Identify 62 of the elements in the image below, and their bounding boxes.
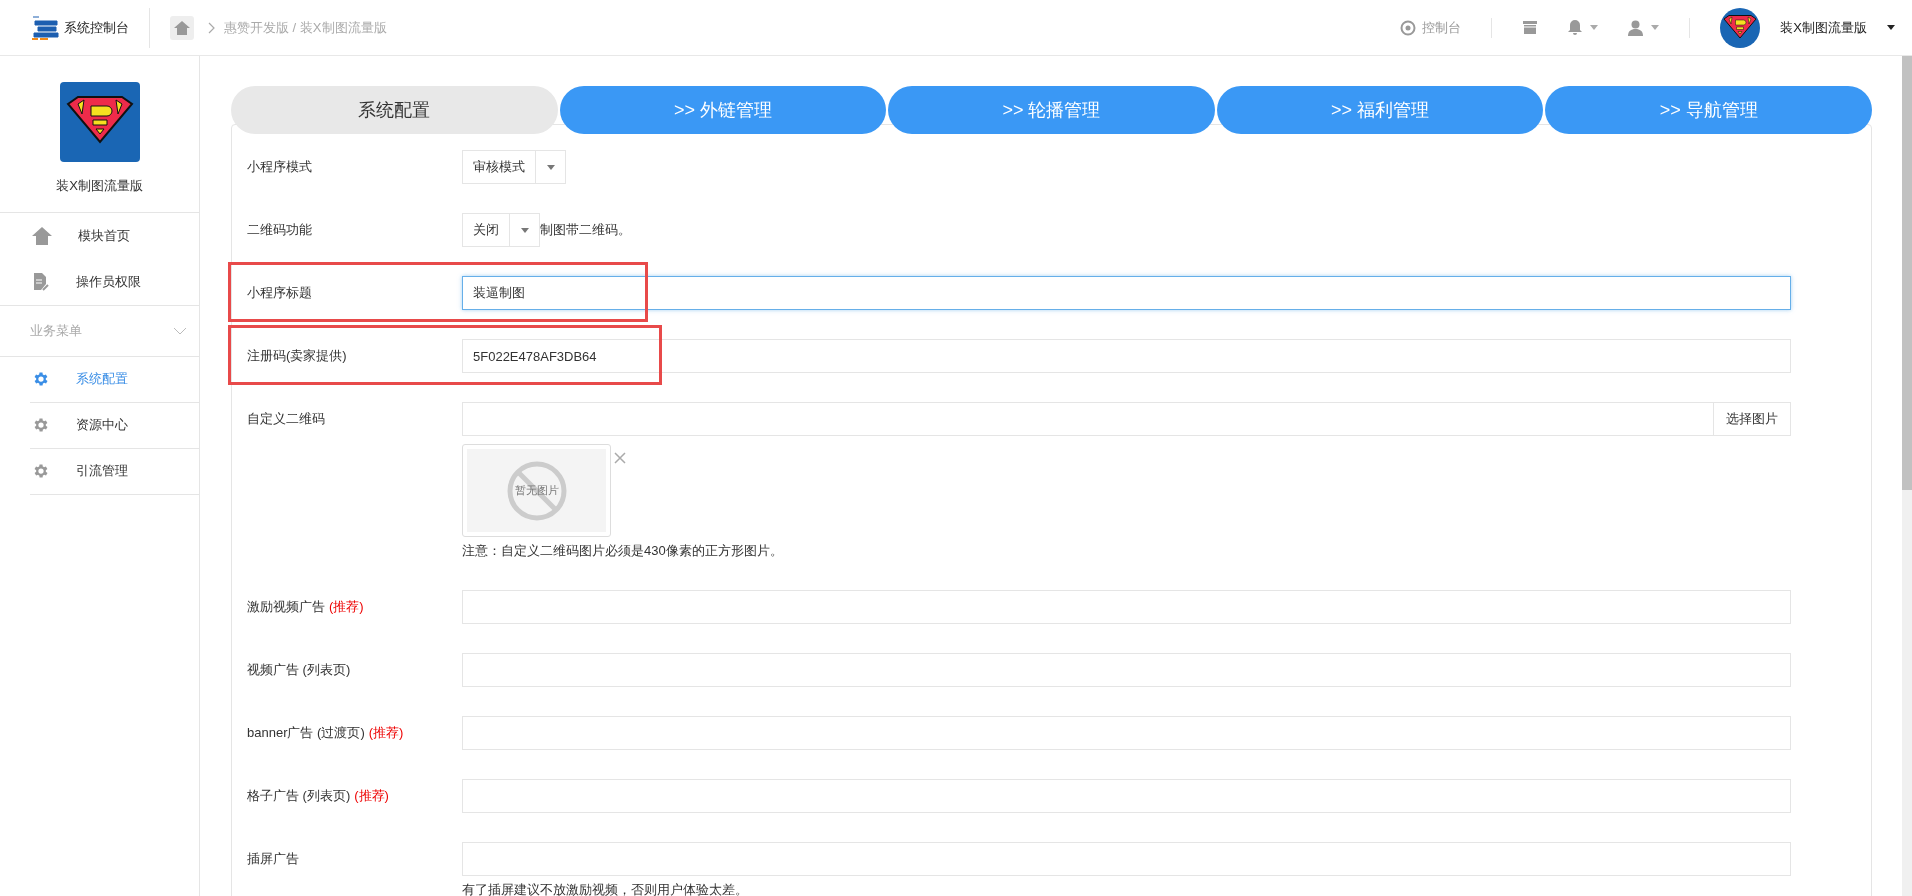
user-name[interactable]: 装X制图流量版 xyxy=(1780,17,1867,38)
close-icon[interactable] xyxy=(614,452,626,464)
home-button[interactable] xyxy=(170,15,194,40)
document-icon xyxy=(32,272,50,291)
user-icon xyxy=(1628,19,1644,36)
field-label: 二维码功能 xyxy=(247,221,312,240)
sidebar-item[interactable]: 模块首页 xyxy=(0,212,199,259)
sidebar-item[interactable]: 操作员权限 xyxy=(0,258,199,305)
field-label: 小程序模式 xyxy=(247,158,312,177)
logo-icon xyxy=(30,13,60,42)
recommended-tag: (推荐) xyxy=(354,785,389,806)
bell-icon xyxy=(1568,19,1583,36)
input-field[interactable]: 5F022E478AF3DB64 xyxy=(462,339,1791,373)
input-field[interactable]: 装逼制图 xyxy=(462,276,1791,310)
caret-icon xyxy=(1651,25,1660,30)
gear-icon xyxy=(32,416,50,434)
store-icon[interactable] xyxy=(1522,20,1539,35)
input-field[interactable] xyxy=(462,589,1791,624)
home-icon xyxy=(174,20,190,35)
app-name: 装X制图流量版 xyxy=(56,177,143,195)
help-text: 制图带二维码。 xyxy=(540,221,631,240)
choose-image-button[interactable]: 选择图片 xyxy=(1713,402,1791,436)
tab[interactable]: 系统配置 xyxy=(231,86,558,134)
input-field[interactable] xyxy=(462,778,1791,813)
dropdown-caret-icon xyxy=(546,164,555,170)
scrollbar[interactable] xyxy=(1902,56,1912,896)
chevron-right-icon xyxy=(208,21,216,34)
caret-icon xyxy=(1887,25,1895,30)
sidebar-item[interactable]: 资源中心 xyxy=(30,402,199,449)
input-field[interactable] xyxy=(462,841,1791,876)
dropdown-caret-icon xyxy=(520,227,529,233)
field-label: banner广告 (过渡页) xyxy=(247,723,365,742)
field-label: 格子广告 (列表页) xyxy=(247,786,351,805)
field-label: 注册码(卖家提供) xyxy=(247,347,347,366)
input-field[interactable] xyxy=(462,402,1713,436)
sidebar-item[interactable]: 系统配置 xyxy=(30,356,199,403)
field-label: 自定义二维码 xyxy=(247,410,325,429)
field-label: 激励视频广告 xyxy=(247,597,325,616)
input-field[interactable] xyxy=(462,652,1791,687)
no-image-text: 暂无图片 xyxy=(514,483,559,499)
notification-button[interactable] xyxy=(1568,19,1599,36)
brand-title: 系统控制台 xyxy=(64,18,129,37)
field-label: 插屏广告 xyxy=(247,849,299,868)
mode-select[interactable]: 审核模式 xyxy=(462,150,566,184)
target-icon xyxy=(1400,19,1417,36)
no-image-icon xyxy=(505,459,568,522)
gear-icon xyxy=(32,370,50,388)
gear-icon xyxy=(32,462,50,480)
caret-icon xyxy=(1590,25,1599,30)
breadcrumb: 惠赞开发版 / 装X制图流量版 xyxy=(224,18,387,37)
field-label: 小程序标题 xyxy=(247,284,312,303)
recommended-tag: (推荐) xyxy=(368,722,404,743)
mode-select[interactable]: 关闭 xyxy=(462,213,540,247)
recommended-tag: (推荐) xyxy=(329,596,364,617)
home-icon xyxy=(32,226,52,245)
sidebar-item[interactable]: 引流管理 xyxy=(30,448,199,495)
input-field[interactable] xyxy=(462,715,1791,750)
help-text: 有了插屏建议不放激励视频，否则用户体验太差。 xyxy=(462,880,749,896)
field-label: 视频广告 (列表页) xyxy=(247,660,351,679)
user-menu-button[interactable] xyxy=(1628,19,1660,36)
avatar xyxy=(1720,7,1761,48)
help-text: 注意：自定义二维码图片必须是430像素的正方形图片。 xyxy=(462,542,784,560)
